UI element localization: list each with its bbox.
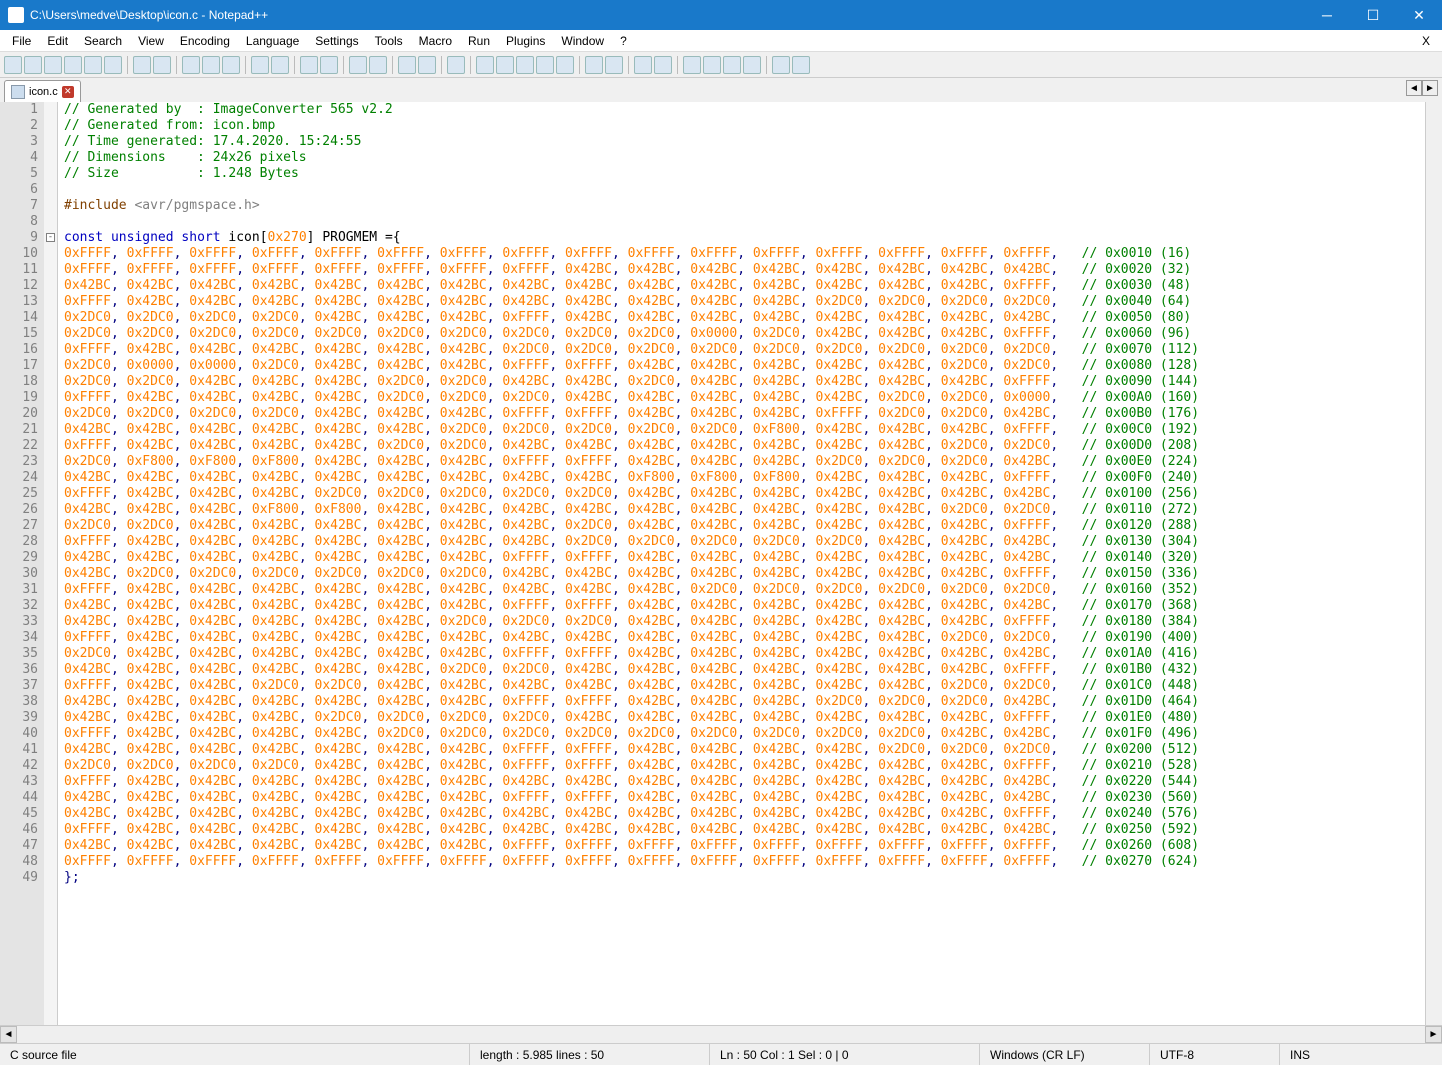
tab-close-icon[interactable]: ✕ [62, 86, 74, 98]
app-icon [8, 7, 24, 23]
toolbar-button[interactable] [605, 56, 623, 74]
toolbar-separator [343, 56, 344, 74]
menu-run[interactable]: Run [460, 32, 498, 50]
tab-scroll-right[interactable]: ► [1422, 80, 1438, 96]
toolbar-button[interactable] [516, 56, 534, 74]
toolbar-button[interactable] [398, 56, 416, 74]
hscroll-right[interactable]: ► [1425, 1026, 1442, 1043]
toolbar-button[interactable] [536, 56, 554, 74]
menu-?[interactable]: ? [612, 32, 635, 50]
menu-encoding[interactable]: Encoding [172, 32, 238, 50]
toolbar-button[interactable] [202, 56, 220, 74]
titlebar: C:\Users\medve\Desktop\icon.c - Notepad+… [0, 0, 1442, 30]
toolbar-button[interactable] [24, 56, 42, 74]
toolbar-button[interactable] [251, 56, 269, 74]
menu-close-x[interactable]: X [1414, 34, 1438, 48]
toolbar-separator [245, 56, 246, 74]
menu-edit[interactable]: Edit [39, 32, 76, 50]
menu-settings[interactable]: Settings [307, 32, 366, 50]
toolbar-button[interactable] [133, 56, 151, 74]
line-gutter: 1234567891011121314151617181920212223242… [0, 102, 44, 1025]
tab-label: icon.c [29, 86, 58, 98]
code-area[interactable]: // Generated by : ImageConverter 565 v2.… [58, 102, 1442, 1025]
status-length: length : 5.985 lines : 50 [470, 1044, 710, 1065]
menu-tools[interactable]: Tools [367, 32, 411, 50]
menu-view[interactable]: View [130, 32, 172, 50]
toolbar-button[interactable] [772, 56, 790, 74]
menu-file[interactable]: File [4, 32, 39, 50]
maximize-button[interactable]: ☐ [1350, 0, 1396, 30]
horizontal-scrollbar[interactable]: ◄ ► [0, 1025, 1442, 1043]
tabbar: icon.c ✕ ◄ ► [0, 78, 1442, 102]
toolbar-button[interactable] [300, 56, 318, 74]
status-eol[interactable]: Windows (CR LF) [980, 1044, 1150, 1065]
toolbar-button[interactable] [104, 56, 122, 74]
toolbar-separator [294, 56, 295, 74]
toolbar-button[interactable] [654, 56, 672, 74]
toolbar-separator [677, 56, 678, 74]
editor[interactable]: 1234567891011121314151617181920212223242… [0, 102, 1442, 1025]
vertical-scrollbar[interactable] [1425, 102, 1442, 1025]
toolbar-separator [766, 56, 767, 74]
toolbar-button[interactable] [496, 56, 514, 74]
fold-toggle[interactable]: - [46, 233, 55, 242]
toolbar-separator [127, 56, 128, 74]
toolbar-button[interactable] [418, 56, 436, 74]
toolbar-button[interactable] [349, 56, 367, 74]
toolbar-button[interactable] [683, 56, 701, 74]
toolbar-separator [470, 56, 471, 74]
toolbar-button[interactable] [476, 56, 494, 74]
status-lang: C source file [0, 1044, 470, 1065]
menu-search[interactable]: Search [76, 32, 130, 50]
status-ins[interactable]: INS [1280, 1044, 1442, 1065]
toolbar-separator [392, 56, 393, 74]
toolbar-button[interactable] [703, 56, 721, 74]
toolbar-button[interactable] [556, 56, 574, 74]
toolbar-button[interactable] [320, 56, 338, 74]
toolbar-button[interactable] [792, 56, 810, 74]
toolbar-button[interactable] [271, 56, 289, 74]
toolbar-button[interactable] [64, 56, 82, 74]
toolbar-separator [579, 56, 580, 74]
toolbar-button[interactable] [4, 56, 22, 74]
statusbar: C source file length : 5.985 lines : 50 … [0, 1043, 1442, 1065]
tab-icon-c[interactable]: icon.c ✕ [4, 80, 81, 102]
toolbar-button[interactable] [44, 56, 62, 74]
menu-plugins[interactable]: Plugins [498, 32, 553, 50]
menu-window[interactable]: Window [553, 32, 612, 50]
toolbar-separator [628, 56, 629, 74]
toolbar-button[interactable] [84, 56, 102, 74]
close-button[interactable]: ✕ [1396, 0, 1442, 30]
toolbar-button[interactable] [153, 56, 171, 74]
toolbar-button[interactable] [723, 56, 741, 74]
window-title: C:\Users\medve\Desktop\icon.c - Notepad+… [30, 8, 1304, 22]
toolbar-button[interactable] [447, 56, 465, 74]
status-pos: Ln : 50 Col : 1 Sel : 0 | 0 [710, 1044, 980, 1065]
menu-language[interactable]: Language [238, 32, 307, 50]
toolbar-separator [441, 56, 442, 74]
fold-column: - [44, 102, 58, 1025]
toolbar-button[interactable] [743, 56, 761, 74]
toolbar-button[interactable] [369, 56, 387, 74]
toolbar-button[interactable] [634, 56, 652, 74]
toolbar-button[interactable] [222, 56, 240, 74]
status-enc[interactable]: UTF-8 [1150, 1044, 1280, 1065]
toolbar [0, 52, 1442, 78]
minimize-button[interactable]: ─ [1304, 0, 1350, 30]
toolbar-separator [176, 56, 177, 74]
toolbar-button[interactable] [585, 56, 603, 74]
tab-scroll-left[interactable]: ◄ [1406, 80, 1422, 96]
toolbar-button[interactable] [182, 56, 200, 74]
menu-macro[interactable]: Macro [411, 32, 460, 50]
file-icon [11, 85, 25, 99]
hscroll-track[interactable] [17, 1026, 1425, 1043]
menubar: FileEditSearchViewEncodingLanguageSettin… [0, 30, 1442, 52]
hscroll-left[interactable]: ◄ [0, 1026, 17, 1043]
